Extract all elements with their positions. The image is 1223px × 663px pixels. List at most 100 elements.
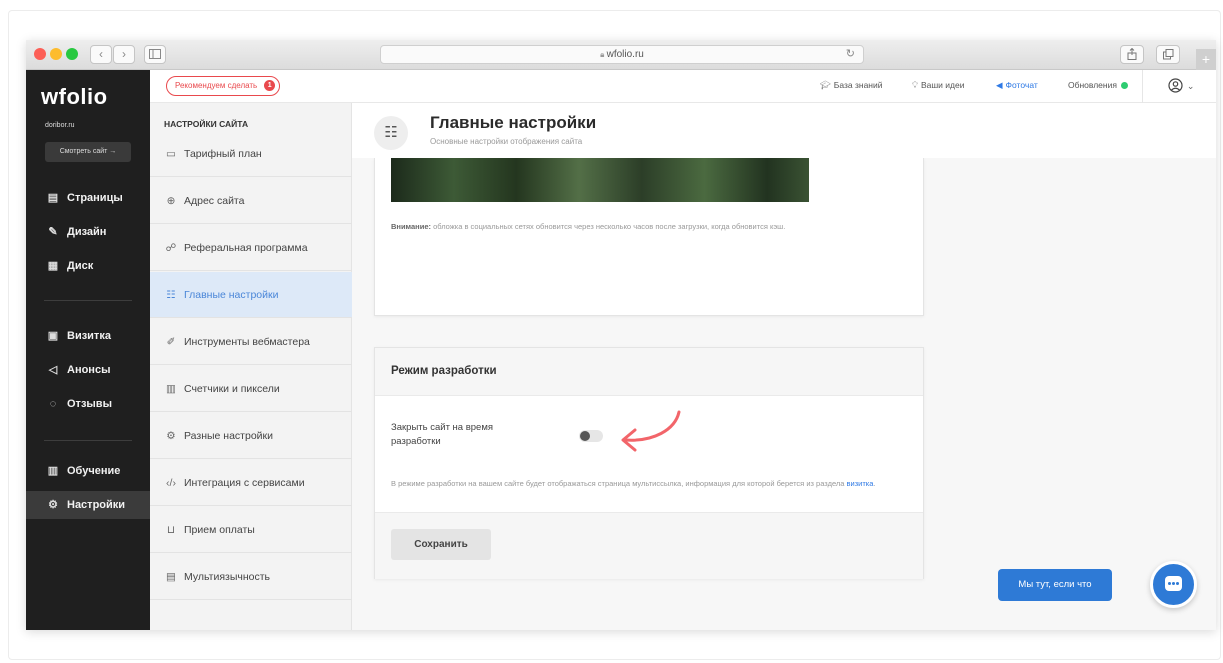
back-button[interactable]: ‹ [90, 45, 112, 64]
knowledge-base-label: База знаний [833, 80, 883, 90]
sidebar-item-card[interactable]: ▣ Визитка [26, 322, 150, 350]
recommend-count-badge: 1 [264, 80, 276, 91]
chat-icon [1165, 576, 1182, 591]
sidebar-item-pages[interactable]: ▤ Страницы [26, 184, 150, 212]
settings-item-payments[interactable]: ⊔ Прием оплаты [150, 507, 352, 553]
card-icon: ▣ [47, 330, 59, 342]
card-link[interactable]: визитка [847, 479, 874, 488]
settings-heading: НАСТРОЙКИ САЙТА [164, 119, 249, 129]
settings-item-address[interactable]: ⊕ Адрес сайта [150, 178, 352, 224]
book-icon: ▥ [47, 465, 59, 477]
sidebar-item-announcements[interactable]: ◁ Анонсы [26, 356, 150, 384]
site-domain: doribor.ru [45, 122, 75, 129]
dev-mode-toggle[interactable] [579, 430, 603, 442]
chat-button[interactable] [1150, 561, 1197, 608]
user-menu[interactable]: ⌄ [1168, 76, 1194, 93]
cover-image [391, 158, 809, 202]
topbar-divider [1142, 70, 1143, 103]
referral-icon: ☍ [165, 242, 177, 254]
sidebar-item-label: Диск [67, 260, 94, 272]
settings-item-label: Главные настройки [184, 289, 279, 301]
wrench-icon: ✐ [166, 336, 176, 348]
top-bar: Рекомендуем сделать 1 🎓︎ База знаний 💡︎ Ва… [150, 70, 1216, 103]
sliders-icon: ☷ [374, 116, 408, 150]
toggle-knob [580, 431, 590, 441]
tabs-button[interactable] [1156, 45, 1180, 64]
megaphone-icon: ◁ [48, 364, 58, 376]
share-button[interactable] [1120, 45, 1144, 64]
settings-item-label: Тарифный план [184, 148, 262, 160]
stats-icon: ▥ [166, 383, 176, 395]
forward-button[interactable]: › [113, 45, 135, 64]
cart-icon: ⊔ [166, 524, 176, 536]
page-header: ☷ Главные настройки Основные настройки о… [352, 103, 1216, 158]
reload-icon[interactable]: ↻ [846, 46, 855, 63]
updates-link[interactable]: Обновления [1068, 80, 1128, 90]
sidebar-toggle-button[interactable] [144, 45, 166, 64]
save-button[interactable]: Сохранить [391, 529, 491, 560]
sidebar-item-disk[interactable]: ▦ Диск [26, 252, 150, 280]
sidebar-item-label: Страницы [67, 192, 123, 204]
main-sidebar: wfolio doribor.ru Смотреть сайт → ▤ Стран… [26, 70, 150, 630]
settings-item-webmaster[interactable]: ✐ Инструменты вебмастера [150, 319, 352, 365]
address-url: wfolio.ru [606, 49, 644, 60]
view-site-button[interactable]: Смотреть сайт → [45, 142, 131, 162]
maximize-window-button[interactable] [66, 48, 78, 60]
share-icon [1127, 47, 1137, 60]
sidebar-divider [44, 300, 132, 301]
new-tab-button[interactable]: + [1196, 49, 1216, 70]
gear-icon: ⚙ [48, 499, 58, 511]
dev-mode-label: Закрыть сайт на время разработки [391, 422, 494, 447]
cogs-icon: ⚙ [166, 430, 176, 442]
photochat-label: Фоточат [1005, 80, 1038, 90]
sidebar-icon [149, 49, 161, 59]
settings-item-label: Адрес сайта [184, 195, 245, 207]
browser-window: ‹ › 🔒︎ wfolio.ru ↻ + wfolio doribor.ru С… [26, 40, 1216, 630]
brush-icon: ✎ [48, 226, 58, 238]
settings-item-label: Счетчики и пиксели [184, 383, 280, 395]
recommend-button[interactable]: Рекомендуем сделать 1 [166, 76, 281, 96]
ideas-label: Ваши идеи [920, 80, 965, 90]
minimize-window-button[interactable] [50, 48, 62, 60]
sidebar-item-label: Отзывы [67, 398, 112, 410]
address-bar[interactable]: 🔒︎ wfolio.ru ↻ [380, 45, 864, 64]
photochat-link[interactable]: ◀ Фоточат [996, 80, 1038, 91]
dev-mode-header: Режим разработки [375, 348, 923, 396]
sidebar-item-learning[interactable]: ▥ Обучение [26, 457, 150, 485]
sidebar-item-label: Настройки [67, 499, 126, 511]
browser-titlebar: ‹ › 🔒︎ wfolio.ru ↻ + [26, 40, 1216, 70]
dev-mode-card: Режим разработки Закрыть сайт на время р… [374, 347, 924, 579]
settings-item-main[interactable]: ☷ Главные настройки [150, 272, 352, 318]
telegram-icon: ◀ [996, 80, 1003, 90]
knowledge-base-link[interactable]: 🎓︎ База знаний [820, 80, 883, 91]
sidebar-item-label: Обучение [67, 465, 121, 477]
logo[interactable]: wfolio [41, 84, 108, 110]
dev-mode-title: Режим разработки [391, 365, 497, 377]
user-avatar-icon [1168, 78, 1183, 93]
settings-item-misc[interactable]: ⚙ Разные настройки [150, 413, 352, 459]
reviews-icon: ◌ [49, 398, 57, 410]
dev-mode-footer: Сохранить [375, 512, 923, 579]
settings-item-multilang[interactable]: ▤ Мультиязычность [150, 554, 352, 600]
settings-item-referral[interactable]: ☍ Реферальная программа [150, 225, 352, 271]
code-icon: ‹/› [166, 477, 176, 489]
tabs-icon [1162, 49, 1173, 60]
settings-item-integrations[interactable]: ‹/› Интеграция с сервисами [150, 460, 352, 506]
tariff-icon: ▭ [166, 148, 176, 160]
settings-item-label: Инструменты вебмастера [184, 336, 310, 348]
close-window-button[interactable] [34, 48, 46, 60]
sidebar-item-settings[interactable]: ⚙ Настройки [26, 491, 150, 519]
ideas-link[interactable]: 💡︎ Ваши идеи [912, 80, 964, 91]
status-dot [1120, 82, 1128, 90]
settings-item-tariff[interactable]: ▭ Тарифный план [150, 131, 352, 177]
sidebar-divider [44, 440, 132, 441]
settings-item-counters[interactable]: ▥ Счетчики и пиксели [150, 366, 352, 412]
page-icon: ▤ [47, 192, 59, 204]
sidebar-item-design[interactable]: ✎ Дизайн [26, 218, 150, 246]
page-subtitle: Основные настройки отображения сайта [430, 137, 583, 146]
chat-tooltip[interactable]: Мы тут, если что [998, 569, 1112, 601]
sidebar-item-reviews[interactable]: ◌ Отзывы [26, 390, 150, 418]
settings-item-label: Реферальная программа [184, 242, 308, 254]
cover-note: Внимание: обложка в социальных сетях обн… [391, 221, 891, 233]
cover-note-text: обложка в социальных сетях обновится чер… [433, 222, 786, 231]
